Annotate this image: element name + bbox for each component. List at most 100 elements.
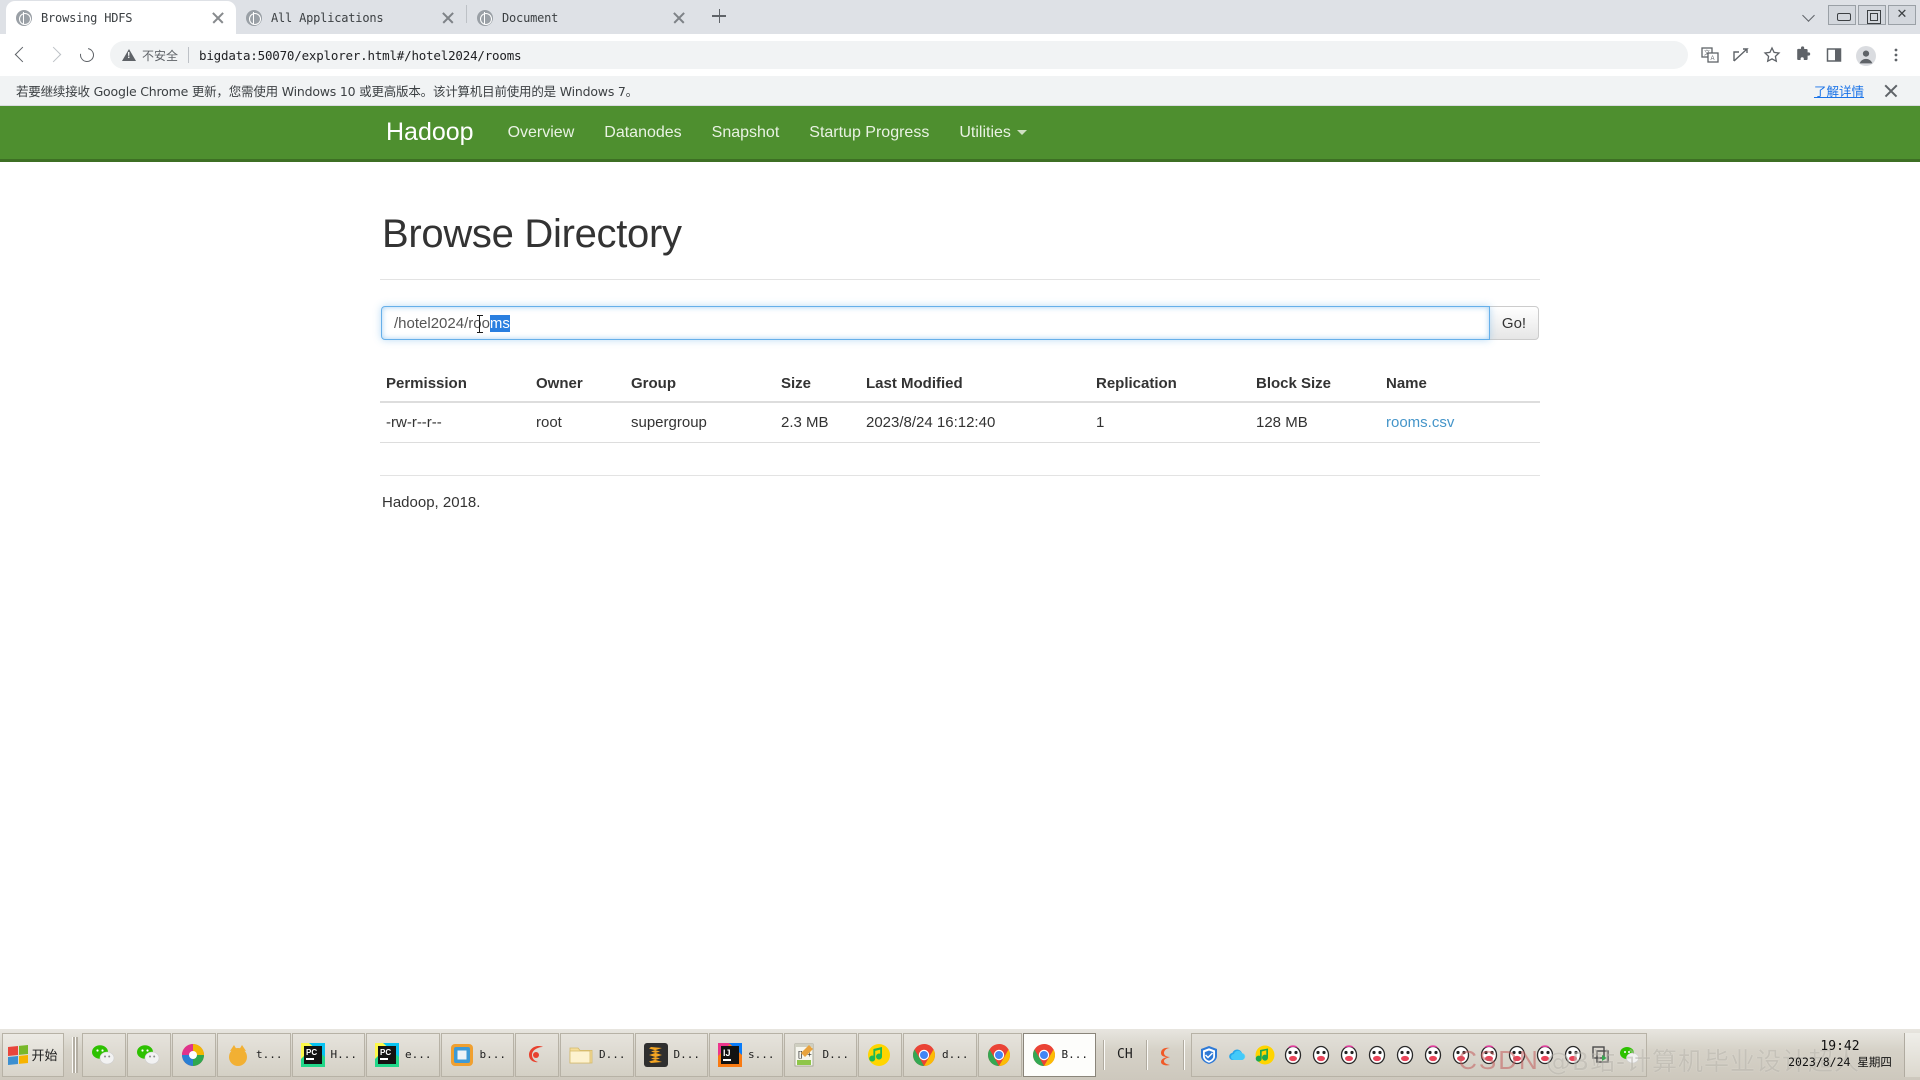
svg-text:IJ: IJ xyxy=(723,1048,731,1058)
maximize-button[interactable] xyxy=(1858,5,1886,25)
qq-browser-icon[interactable] xyxy=(1254,1044,1276,1066)
taskbar-item-intellij[interactable]: IJ s... xyxy=(709,1032,783,1077)
qq-icon[interactable] xyxy=(1338,1044,1360,1066)
qq-icon[interactable] xyxy=(1534,1044,1556,1066)
taskbar-item-chrome-browsing-hdfs[interactable]: B... xyxy=(1022,1032,1096,1077)
taskbar-item-folder[interactable]: D... xyxy=(560,1032,634,1077)
security-status-label: 不安全 xyxy=(142,48,179,63)
tray-divider-1 xyxy=(1103,1039,1104,1070)
tab-browsing-hdfs[interactable]: Browsing HDFS xyxy=(6,1,236,34)
taskbar-item-pycharm[interactable]: PC H... xyxy=(291,1032,365,1077)
learn-more-link[interactable]: 了解详情 xyxy=(1814,81,1864,100)
directory-table: Permission Owner Group Size Last Modifie… xyxy=(380,366,1540,443)
omnibox-divider xyxy=(188,47,190,63)
translate-icon[interactable]: 文A xyxy=(1696,41,1724,69)
svg-text:A: A xyxy=(1711,56,1715,62)
taskbar-item-pycharm-2[interactable]: PC e... xyxy=(366,1032,440,1077)
tab-close-icon[interactable] xyxy=(671,10,687,26)
cell-group: supergroup xyxy=(625,402,775,443)
column-header-name: Name xyxy=(1380,366,1540,403)
taskbar-item-photos[interactable] xyxy=(172,1032,216,1077)
taskbar-item-label: D... xyxy=(599,1048,626,1061)
taskbar-item-chrome-d[interactable]: d... xyxy=(903,1032,977,1077)
qq-icon[interactable] xyxy=(1366,1044,1388,1066)
chrome-icon xyxy=(986,1042,1012,1068)
taskbar-item-sublime[interactable]: D... xyxy=(634,1032,708,1077)
taskbar-item-devcpp[interactable]: []++ D... xyxy=(783,1032,857,1077)
chevron-down-icon xyxy=(1016,129,1027,135)
qq-icon[interactable] xyxy=(1282,1044,1304,1066)
qq-icon[interactable] xyxy=(1394,1044,1416,1066)
infobar-close-icon[interactable] xyxy=(1878,78,1904,104)
chrome-icon xyxy=(1031,1042,1057,1068)
column-header-size: Size xyxy=(775,366,860,403)
wechat-tray-icon[interactable] xyxy=(1618,1044,1640,1066)
qq-icon[interactable] xyxy=(1506,1044,1528,1066)
start-button[interactable]: 开始 xyxy=(2,1032,64,1077)
go-button[interactable]: Go! xyxy=(1489,306,1539,340)
taskbar-item-maya[interactable] xyxy=(515,1032,559,1077)
nav-item-datanodes[interactable]: Datanodes xyxy=(604,124,681,142)
extensions-icon[interactable] xyxy=(1789,41,1817,69)
qq-icon[interactable] xyxy=(1310,1044,1332,1066)
taskbar-item-wechat[interactable] xyxy=(82,1032,126,1077)
reload-icon[interactable] xyxy=(72,40,102,70)
tab-search-chevron-icon[interactable] xyxy=(1792,2,1826,28)
taskbar-clock[interactable]: 19:42 2023/8/24 星期四 xyxy=(1782,1039,1904,1070)
back-arrow-icon[interactable] xyxy=(8,40,38,70)
path-input[interactable]: /hotel2024/roo ms xyxy=(381,306,1490,340)
taskbar-item-foxmail[interactable]: t... xyxy=(217,1032,291,1077)
svg-text:PC: PC xyxy=(380,1048,391,1057)
qq-icon[interactable] xyxy=(1478,1044,1500,1066)
taskbar-grip[interactable] xyxy=(72,1036,78,1073)
qq-icon[interactable] xyxy=(1450,1044,1472,1066)
tab-close-icon[interactable] xyxy=(440,10,456,26)
show-desktop-button[interactable] xyxy=(1904,1032,1920,1077)
nav-item-utilities[interactable]: Utilities xyxy=(959,124,1027,142)
tray-divider-3 xyxy=(1182,1039,1184,1070)
nav-item-snapshot[interactable]: Snapshot xyxy=(712,124,780,142)
qq-icon[interactable] xyxy=(1562,1044,1584,1066)
tencent-shield-icon[interactable] xyxy=(1198,1044,1220,1066)
column-header-owner: Owner xyxy=(530,366,625,403)
taskbar-item-label: H... xyxy=(330,1048,358,1061)
new-tab-button[interactable] xyxy=(705,2,733,30)
ime-indicator[interactable]: CH xyxy=(1111,1047,1139,1062)
cell-name: rooms.csv xyxy=(1380,402,1540,443)
tab-document[interactable]: Document xyxy=(467,1,697,34)
bookmark-star-icon[interactable] xyxy=(1758,41,1786,69)
qq-icon[interactable] xyxy=(1422,1044,1444,1066)
tab-label: Browsing HDFS xyxy=(41,10,133,25)
taskbar-item-vmware[interactable]: b... xyxy=(440,1032,514,1077)
table-row: -rw-r--r-- root supergroup 2.3 MB 2023/8… xyxy=(380,402,1540,443)
minimize-button[interactable] xyxy=(1828,5,1856,25)
update-notification-bar: 若要继续接收 Google Chrome 更新，您需使用 Windows 10 … xyxy=(0,76,1920,106)
system-tray xyxy=(1190,1032,1647,1077)
nav-item-startup-progress[interactable]: Startup Progress xyxy=(809,124,929,142)
onedrive-icon[interactable] xyxy=(1226,1044,1248,1066)
column-header-last-modified: Last Modified xyxy=(860,366,1090,403)
nav-item-overview[interactable]: Overview xyxy=(508,124,575,142)
hadoop-brand[interactable]: Hadoop xyxy=(386,118,474,147)
side-panel-icon[interactable] xyxy=(1820,41,1848,69)
profile-avatar-icon[interactable] xyxy=(1851,41,1879,69)
clock-time: 19:42 xyxy=(1820,1039,1860,1055)
taskbar-item-qqmusic[interactable] xyxy=(858,1032,902,1077)
screenshot-icon[interactable] xyxy=(1590,1044,1612,1066)
tab-all-applications[interactable]: All Applications xyxy=(236,1,466,34)
tab-label: All Applications xyxy=(271,10,384,25)
text-cursor-icon xyxy=(476,315,483,333)
more-menu-icon[interactable] xyxy=(1882,41,1910,69)
sogou-icon[interactable] xyxy=(1154,1044,1176,1066)
chrome-icon xyxy=(911,1042,937,1068)
address-bar[interactable]: 不安全 bigdata:50070/explorer.html#/hotel20… xyxy=(110,41,1688,69)
taskbar-item-wechat-2[interactable] xyxy=(127,1032,171,1077)
close-button[interactable]: ✕ xyxy=(1888,5,1916,25)
share-icon[interactable] xyxy=(1727,41,1755,69)
taskbar-item-chrome-2[interactable] xyxy=(977,1032,1022,1077)
devcpp-icon: []++ xyxy=(792,1042,818,1068)
forward-arrow-icon[interactable] xyxy=(40,40,70,70)
tab-close-icon[interactable] xyxy=(210,10,226,26)
file-link-rooms-csv[interactable]: rooms.csv xyxy=(1386,414,1454,431)
foxmail-icon xyxy=(225,1042,251,1068)
